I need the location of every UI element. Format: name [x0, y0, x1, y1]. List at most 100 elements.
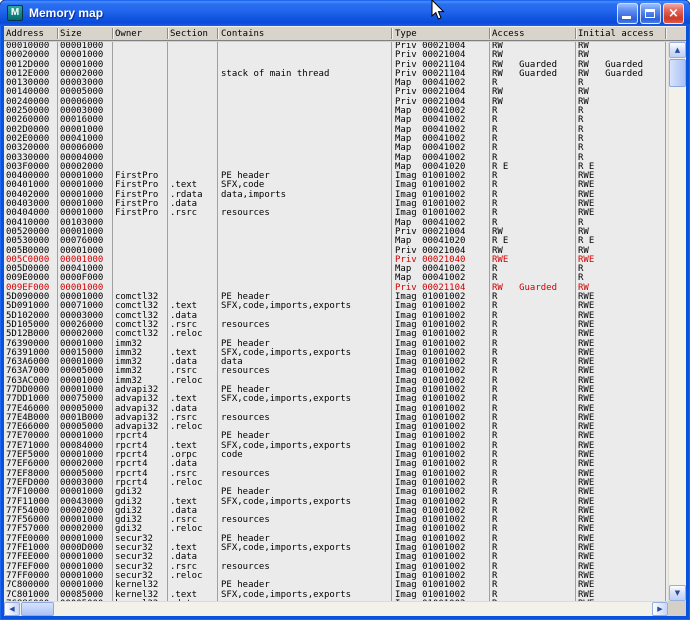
table-row[interactable]: 77F1100000043000gdi32.textSFX,code,impor…: [4, 498, 668, 507]
scroll-up-button[interactable]: ▲: [669, 42, 686, 58]
screenshot-stage: M Memory map × Address Size Owner Section Co…: [0, 0, 690, 620]
table-row[interactable]: 005B000000001000Priv 00021004RWRW: [4, 247, 668, 256]
table-row[interactable]: 0025000000003000Map 00041002RR: [4, 107, 668, 116]
cell-section: .reloc: [170, 377, 203, 386]
table-row[interactable]: 763A700000005000imm32.rsrcresourcesImag …: [4, 367, 668, 376]
close-button[interactable]: ×: [663, 3, 684, 24]
column-header-contains[interactable]: Contains: [221, 27, 264, 41]
table-row[interactable]: 0026000000016000Map 00041002RR: [4, 116, 668, 125]
table-row[interactable]: 0012D00000001000Priv 00021104RW GuardedR…: [4, 61, 668, 70]
table-row[interactable]: 77FF000000001000secur32.relocImag 010010…: [4, 572, 668, 581]
table-row[interactable]: 0052000000001000Priv 00021004RWRW: [4, 228, 668, 237]
table-row[interactable]: 0032000000006000Map 00041002RR: [4, 144, 668, 153]
minimize-icon: [622, 16, 631, 19]
table-row[interactable]: 005D000000041000Map 00041002RR: [4, 265, 668, 274]
table-row[interactable]: 0053000000076000Map 00041020R ER E: [4, 237, 668, 246]
cell-contains: resources: [221, 470, 270, 479]
cell-type: Imag 01001002: [395, 600, 465, 601]
table-row[interactable]: 77DD100000075000advapi32.textSFX,code,im…: [4, 395, 668, 404]
table-row[interactable]: 002D000000001000Map 00041002RR: [4, 126, 668, 135]
maximize-button[interactable]: [640, 3, 661, 24]
table-row[interactable]: 0040400000001000FirstPro.rsrcresourcesIm…: [4, 209, 668, 218]
scrollbar-corner: [668, 601, 686, 616]
column-header-access[interactable]: Access: [492, 27, 525, 41]
table-row[interactable]: 77E7100000084000rpcrt4.textSFX,code,impo…: [4, 442, 668, 451]
table-row[interactable]: 77EFD00000003000rpcrt4.relocImag 0100100…: [4, 479, 668, 488]
table-row[interactable]: 77EF800000005000rpcrt4.rsrcresourcesImag…: [4, 470, 668, 479]
table-row[interactable]: 5D10200000003000comctl32.dataImag 010010…: [4, 312, 668, 321]
header-separator: [167, 28, 168, 39]
cell-access: RW Guarded: [492, 70, 557, 79]
cell-contains: data,imports: [221, 191, 286, 200]
client-area: Address Size Owner Section Contains Type Acces…: [4, 26, 686, 616]
table-row[interactable]: 7C80100000085000kernel32.textSFX,code,im…: [4, 591, 668, 600]
column-header-address[interactable]: Address: [6, 27, 44, 41]
table-row[interactable]: 0040200000001000FirstPro.rdatadata,impor…: [4, 191, 668, 200]
table-row[interactable]: 0013000000003000Map 00041002RR: [4, 79, 668, 88]
table-row[interactable]: 0001000000001000Priv 00021004RWRW: [4, 42, 668, 51]
table-row[interactable]: 77F5700000002000gdi32.relocImag 01001002…: [4, 525, 668, 534]
minimize-button[interactable]: [617, 3, 638, 24]
table-row[interactable]: 77EF500000001000rpcrt4.orpccodeImag 0100…: [4, 451, 668, 460]
scroll-left-button[interactable]: ◀: [4, 602, 20, 616]
column-header-owner[interactable]: Owner: [115, 27, 142, 41]
table-row[interactable]: 0040100000001000FirstPro.textSFX,codeIma…: [4, 181, 668, 190]
table-row[interactable]: 5D09100000071000comctl32.textSFX,code,im…: [4, 302, 668, 311]
table-row[interactable]: 0033000000004000Map 00041002RR: [4, 154, 668, 163]
cell-contains: resources: [221, 321, 270, 330]
table-row[interactable]: 0024000000006000Priv 00021004RWRW: [4, 98, 668, 107]
cell-size: 00005000: [60, 600, 103, 601]
table-row[interactable]: 77E4B0000001B000advapi32.rsrcresourcesIm…: [4, 414, 668, 423]
vertical-scrollbar[interactable]: ▲ ▼: [668, 42, 686, 601]
horizontal-scrollbar[interactable]: ◀ ▶: [4, 601, 668, 616]
table-row[interactable]: 77E6600000005000advapi32.relocImag 01001…: [4, 423, 668, 432]
column-header-size[interactable]: Size: [60, 27, 82, 41]
cell-contains: resources: [221, 367, 270, 376]
scroll-down-button[interactable]: ▼: [669, 585, 686, 601]
table-row[interactable]: 763AC00000001000imm32.relocImag 01001002…: [4, 377, 668, 386]
column-header-section[interactable]: Section: [170, 27, 208, 41]
table-row[interactable]: 763A600000001000imm32.datadataImag 01001…: [4, 358, 668, 367]
table-row[interactable]: 0002000000001000Priv 00021004RWRW: [4, 51, 668, 60]
maximize-icon: [645, 9, 655, 18]
column-header-bar: Address Size Owner Section Contains Type Acces…: [4, 26, 686, 41]
cell-address: 7C886000: [6, 600, 49, 601]
table-row[interactable]: 0041000000103000Map 00041002RR: [4, 219, 668, 228]
scroll-right-button[interactable]: ▶: [652, 602, 668, 616]
table-row[interactable]: 77F5600000001000gdi32.rsrcresourcesImag …: [4, 516, 668, 525]
cell-contains: SFX,code,imports,exports: [221, 544, 351, 553]
cell-section: .reloc: [170, 330, 203, 339]
table-row[interactable]: 009E00000000F000Map 00041002RR: [4, 274, 668, 283]
column-header-initial[interactable]: Initial access: [578, 27, 654, 41]
cell-initial: RW Guarded: [578, 70, 643, 79]
table-row[interactable]: 0040300000001000FirstPro.dataImag 010010…: [4, 200, 668, 209]
column-header-type[interactable]: Type: [395, 27, 417, 41]
table-row[interactable]: 77EF600000002000rpcrt4.dataImag 01001002…: [4, 460, 668, 469]
table-row[interactable]: 77FEE00000001000secur32.dataImag 0100100…: [4, 553, 668, 562]
table-row[interactable]: 77F5400000002000gdi32.dataImag 01001002R…: [4, 507, 668, 516]
table-row[interactable]: 5D10500000026000comctl32.rsrcresourcesIm…: [4, 321, 668, 330]
table-row[interactable]: 0012E00000002000stack of main threadPriv…: [4, 70, 668, 79]
table-row[interactable]: 7C88600000005000kernel32.dataImag 010010…: [4, 600, 668, 601]
table-row[interactable]: 002E000000041000Map 00041002RR: [4, 135, 668, 144]
arrow-right-icon: ▶: [657, 606, 662, 613]
cell-contains: code: [221, 451, 243, 460]
vertical-scroll-thumb[interactable]: [669, 59, 686, 87]
table-row[interactable]: 003F000000002000Map 00041020R ER E: [4, 163, 668, 172]
table-row[interactable]: 5D12B00000002000comctl32.relocImag 01001…: [4, 330, 668, 339]
window-icon[interactable]: M: [7, 5, 23, 21]
table-row[interactable]: 0040000000001000FirstProPE headerImag 01…: [4, 172, 668, 181]
table-row[interactable]: 009EF00000001000Priv 00021104RW GuardedR…: [4, 284, 668, 293]
header-separator: [489, 28, 490, 39]
table-row[interactable]: 77FE10000000D000secur32.textSFX,code,imp…: [4, 544, 668, 553]
cell-contains: resources: [221, 516, 270, 525]
table-row[interactable]: 7639100000015000imm32.textSFX,code,impor…: [4, 349, 668, 358]
arrow-left-icon: ◀: [9, 606, 14, 613]
horizontal-scroll-thumb[interactable]: [21, 602, 54, 616]
table-row[interactable]: 005C000000001000Priv 00021040RWERWE: [4, 256, 668, 265]
table-row[interactable]: 0014000000005000Priv 00021004RWRW: [4, 88, 668, 97]
title-bar[interactable]: M Memory map ×: [0, 0, 690, 26]
table-row[interactable]: 77E4600000005000advapi32.dataImag 010010…: [4, 405, 668, 414]
table-row[interactable]: 77FEF00000001000secur32.rsrcresourcesIma…: [4, 563, 668, 572]
cell-owner: kernel32: [115, 600, 158, 601]
